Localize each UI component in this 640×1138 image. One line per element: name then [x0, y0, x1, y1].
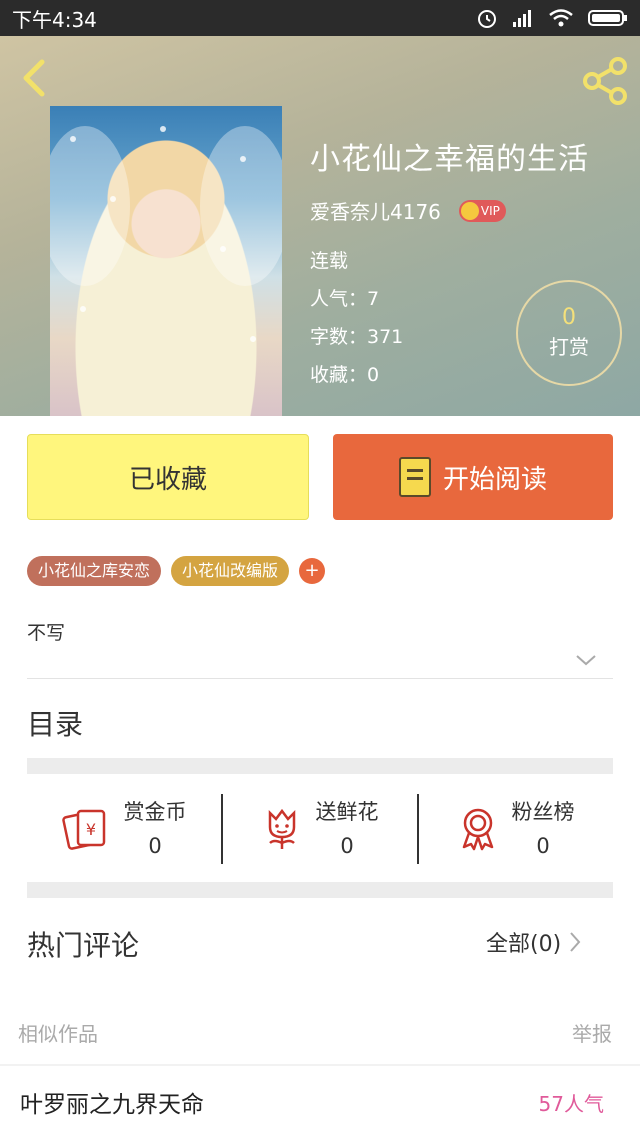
- similar-work-popularity: 57人气: [538, 1091, 604, 1116]
- crown-icon: [460, 201, 479, 220]
- book-icon: [398, 457, 431, 497]
- book-header: 小花仙之幸福的生活 爱香奈儿4176 VIP 连载 人气：7 字数：371 收藏…: [0, 36, 640, 416]
- chevron-down-icon[interactable]: [574, 652, 598, 668]
- book-favorites: 收藏：0: [310, 364, 380, 386]
- stat-fans[interactable]: 粉丝榜 0: [417, 794, 613, 864]
- stat-fans-value: 0: [536, 834, 550, 858]
- stats-row: ¥ 赏金币 0 送鲜花 0 粉丝榜 0: [27, 794, 613, 864]
- start-reading-label: 开始阅读: [442, 464, 547, 495]
- book-description: 不写: [27, 622, 66, 644]
- all-comments-label: 全部(0): [486, 932, 562, 957]
- book-title: 小花仙之幸福的生活: [310, 142, 589, 177]
- status-icons: [476, 7, 628, 29]
- section-separator: [27, 758, 613, 774]
- vip-label: VIP: [480, 203, 500, 218]
- signal-icon: [513, 10, 531, 27]
- share-button[interactable]: [580, 56, 630, 106]
- tag-item[interactable]: 小花仙之库安恋: [27, 556, 162, 586]
- book-status: 连载: [310, 250, 349, 272]
- tag-item[interactable]: 小花仙改编版: [171, 556, 290, 586]
- back-button[interactable]: [14, 56, 58, 100]
- tag-list: 小花仙之库安恋 小花仙改编版 +: [27, 556, 326, 586]
- catalog-link[interactable]: 目录: [27, 703, 83, 743]
- author-row: 爱香奈儿4176 VIP: [310, 196, 506, 225]
- status-bar: 下午4:34: [0, 0, 640, 36]
- stat-coins-value: 0: [148, 834, 162, 858]
- hot-comments-title: 热门评论: [27, 929, 140, 962]
- book-meta: 连载 人气：7 字数：371 收藏：0: [310, 242, 403, 394]
- medal-icon: [462, 808, 493, 851]
- divider: [27, 678, 613, 679]
- svg-text:¥: ¥: [85, 820, 95, 839]
- book-detail-content: 已收藏 开始阅读 小花仙之库安恋 小花仙改编版 + 不写 目录 ¥ 赏金币 0: [0, 416, 640, 1064]
- stat-coins-label: 赏金币: [123, 800, 187, 824]
- similar-work-title: 叶罗丽之九界天命: [20, 1092, 204, 1118]
- battery-icon: [588, 10, 627, 26]
- flower-icon: [268, 808, 295, 849]
- start-reading-button[interactable]: 开始阅读: [333, 434, 613, 520]
- reward-label: 打赏: [549, 335, 589, 359]
- collected-button[interactable]: 已收藏: [27, 434, 309, 520]
- status-time: 下午4:34: [12, 7, 97, 32]
- similar-works-label: 相似作品: [18, 1022, 98, 1046]
- reward-button[interactable]: 0 打赏: [516, 280, 622, 386]
- report-button[interactable]: 举报: [572, 1018, 612, 1047]
- book-popularity: 人气：7: [310, 288, 380, 310]
- stat-fans-label: 粉丝榜: [511, 800, 575, 824]
- book-cover-image[interactable]: [50, 106, 282, 416]
- section-separator: [27, 882, 613, 898]
- similar-work-item[interactable]: 叶罗丽之九界天命 57人气: [0, 1066, 640, 1138]
- stat-flowers-value: 0: [340, 834, 354, 858]
- add-tag-button[interactable]: +: [299, 558, 326, 584]
- author-name[interactable]: 爱香奈儿4176: [310, 196, 441, 225]
- reward-count: 0: [562, 305, 576, 330]
- alarm-icon: [478, 10, 496, 28]
- chevron-right-icon: [570, 932, 581, 952]
- all-comments-link[interactable]: 全部(0): [486, 926, 581, 958]
- stat-flowers[interactable]: 送鲜花 0: [221, 794, 417, 864]
- vip-badge: VIP: [458, 199, 506, 222]
- wifi-icon: [549, 9, 573, 27]
- coin-envelope-icon: ¥: [61, 809, 105, 850]
- book-word-count: 字数：371: [310, 326, 404, 348]
- stat-coins[interactable]: ¥ 赏金币 0: [27, 794, 221, 864]
- stat-flowers-label: 送鲜花: [315, 800, 379, 824]
